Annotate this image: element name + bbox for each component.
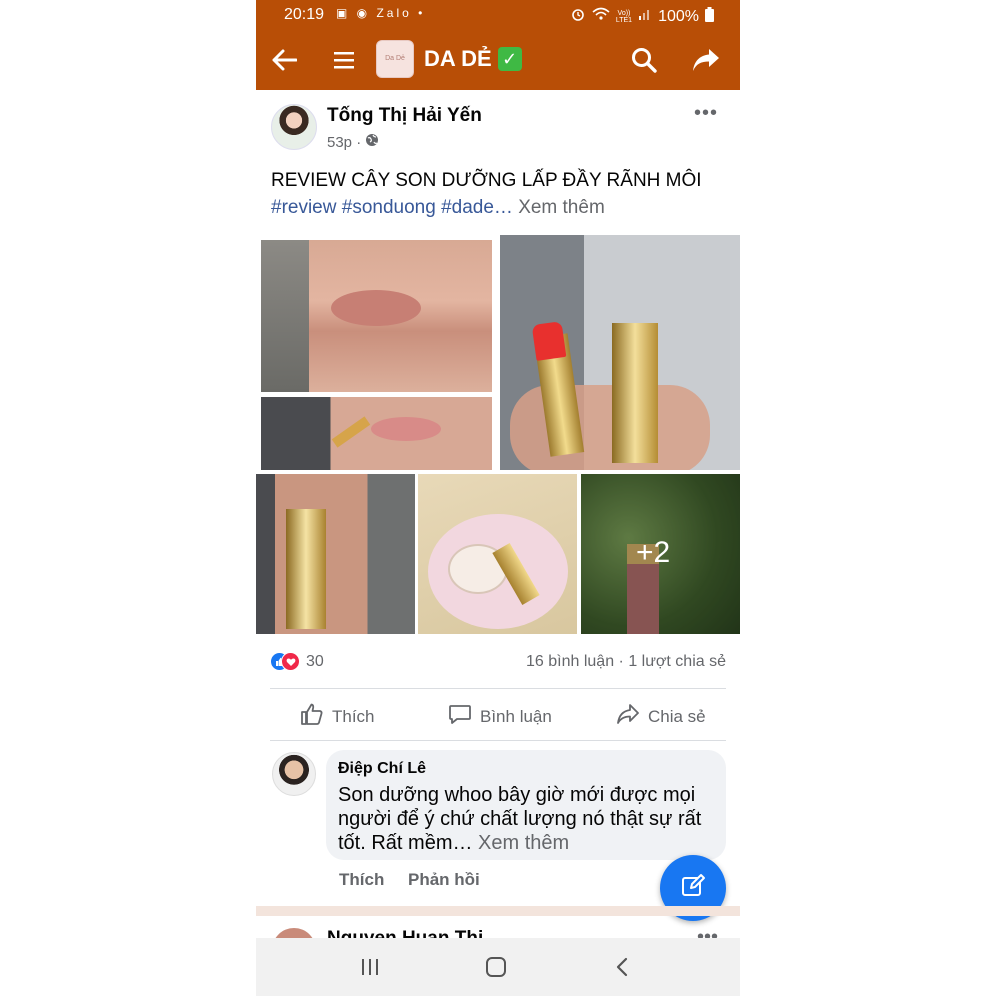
- post-photo-3[interactable]: [500, 235, 740, 470]
- comment-icon: [448, 702, 472, 731]
- volte-bottom: LTE1: [615, 16, 633, 24]
- page-title[interactable]: DA DẺ ✓: [424, 46, 522, 72]
- status-right: Vo)) LTE1 100%: [570, 6, 714, 27]
- page-title-text: DA DẺ: [424, 46, 492, 71]
- post-time: 53p ·: [327, 133, 379, 151]
- back-arrow-icon[interactable]: [266, 42, 302, 78]
- wifi-icon: [592, 7, 610, 26]
- reactions-summary[interactable]: 30: [270, 652, 324, 672]
- verified-check-icon: ✓: [497, 47, 522, 71]
- share-action-icon: [616, 702, 640, 731]
- system-nav-bar: [256, 938, 740, 996]
- post-separator: [256, 906, 740, 916]
- comment-button[interactable]: Bình luận: [448, 702, 552, 731]
- globe-icon: [365, 133, 379, 151]
- love-reaction-icon: [281, 652, 300, 671]
- compose-icon: [680, 873, 706, 904]
- comment-reply-button[interactable]: Phản hồi: [408, 870, 480, 890]
- menu-icon[interactable]: [326, 42, 362, 78]
- author-name[interactable]: Tống Thị Hải Yến: [327, 105, 482, 127]
- notification-icons: ▣ ◉ Zalo •: [336, 6, 426, 20]
- commenter-name[interactable]: Điệp Chí Lê: [338, 760, 426, 778]
- see-more-link[interactable]: Xem thêm: [518, 197, 605, 218]
- post-photo-5[interactable]: [418, 474, 577, 634]
- post-photo-4[interactable]: [256, 474, 415, 634]
- page-logo[interactable]: Da Dẻ: [376, 40, 414, 78]
- comment-label: Bình luận: [480, 706, 552, 726]
- phone-screen: 20:19 ▣ ◉ Zalo • Vo)) LTE1 100% Da Dẻ DA…: [256, 0, 740, 996]
- comment-share-counts[interactable]: 16 bình luận · 1 lượt chia sẻ: [526, 653, 726, 671]
- comment-like-button[interactable]: Thích: [339, 870, 384, 890]
- post-time-text: 53p ·: [327, 133, 362, 151]
- post-hashtags[interactable]: #review #sonduong #dade…: [271, 197, 513, 218]
- divider: [270, 740, 726, 741]
- battery-icon: [705, 6, 714, 27]
- share-label: Chia sẻ: [648, 706, 706, 726]
- more-icon[interactable]: •••: [694, 102, 718, 125]
- comment-see-more[interactable]: Xem thêm: [478, 832, 569, 854]
- post-tags: #review #sonduong #dade… Xem thêm: [271, 197, 605, 219]
- like-icon: [300, 702, 324, 731]
- volte-top: Vo)): [617, 9, 631, 17]
- search-icon[interactable]: [626, 42, 662, 78]
- back-nav-icon[interactable]: [602, 952, 642, 982]
- home-icon[interactable]: [476, 952, 516, 982]
- app-bar: Da Dẻ DA DẺ ✓: [256, 30, 740, 90]
- post-photo-2[interactable]: [261, 397, 492, 470]
- share-icon[interactable]: [688, 42, 724, 78]
- page-logo-text: Da Dẻ: [385, 55, 405, 62]
- divider: [270, 688, 726, 689]
- status-time: 20:19: [284, 6, 325, 23]
- volte-indicator: Vo)) LTE1: [616, 10, 632, 24]
- author-avatar[interactable]: [271, 104, 317, 150]
- comment-text: Son dưỡng whoo bây giờ mới được mọi ngườ…: [338, 783, 718, 855]
- battery-level: 100%: [658, 7, 699, 25]
- recents-icon[interactable]: [350, 952, 390, 982]
- reaction-count: 30: [306, 652, 324, 670]
- post-photo-6[interactable]: +2: [581, 474, 740, 634]
- alarm-icon: [570, 6, 586, 27]
- like-label: Thích: [332, 706, 375, 726]
- commenter-avatar[interactable]: [272, 752, 316, 796]
- status-bar: 20:19 ▣ ◉ Zalo • Vo)) LTE1 100%: [256, 0, 740, 30]
- comment-bubble[interactable]: Điệp Chí Lê Son dưỡng whoo bây giờ mới đ…: [326, 750, 726, 860]
- post-text: REVIEW CÂY SON DƯỠNG LẤP ĐẦY RÃNH MÔI: [271, 170, 702, 191]
- share-button[interactable]: Chia sẻ: [616, 702, 706, 731]
- like-button[interactable]: Thích: [300, 702, 375, 731]
- post-photo-1[interactable]: [261, 240, 492, 392]
- more-photos-count: +2: [636, 536, 671, 569]
- signal-icon: [638, 7, 652, 26]
